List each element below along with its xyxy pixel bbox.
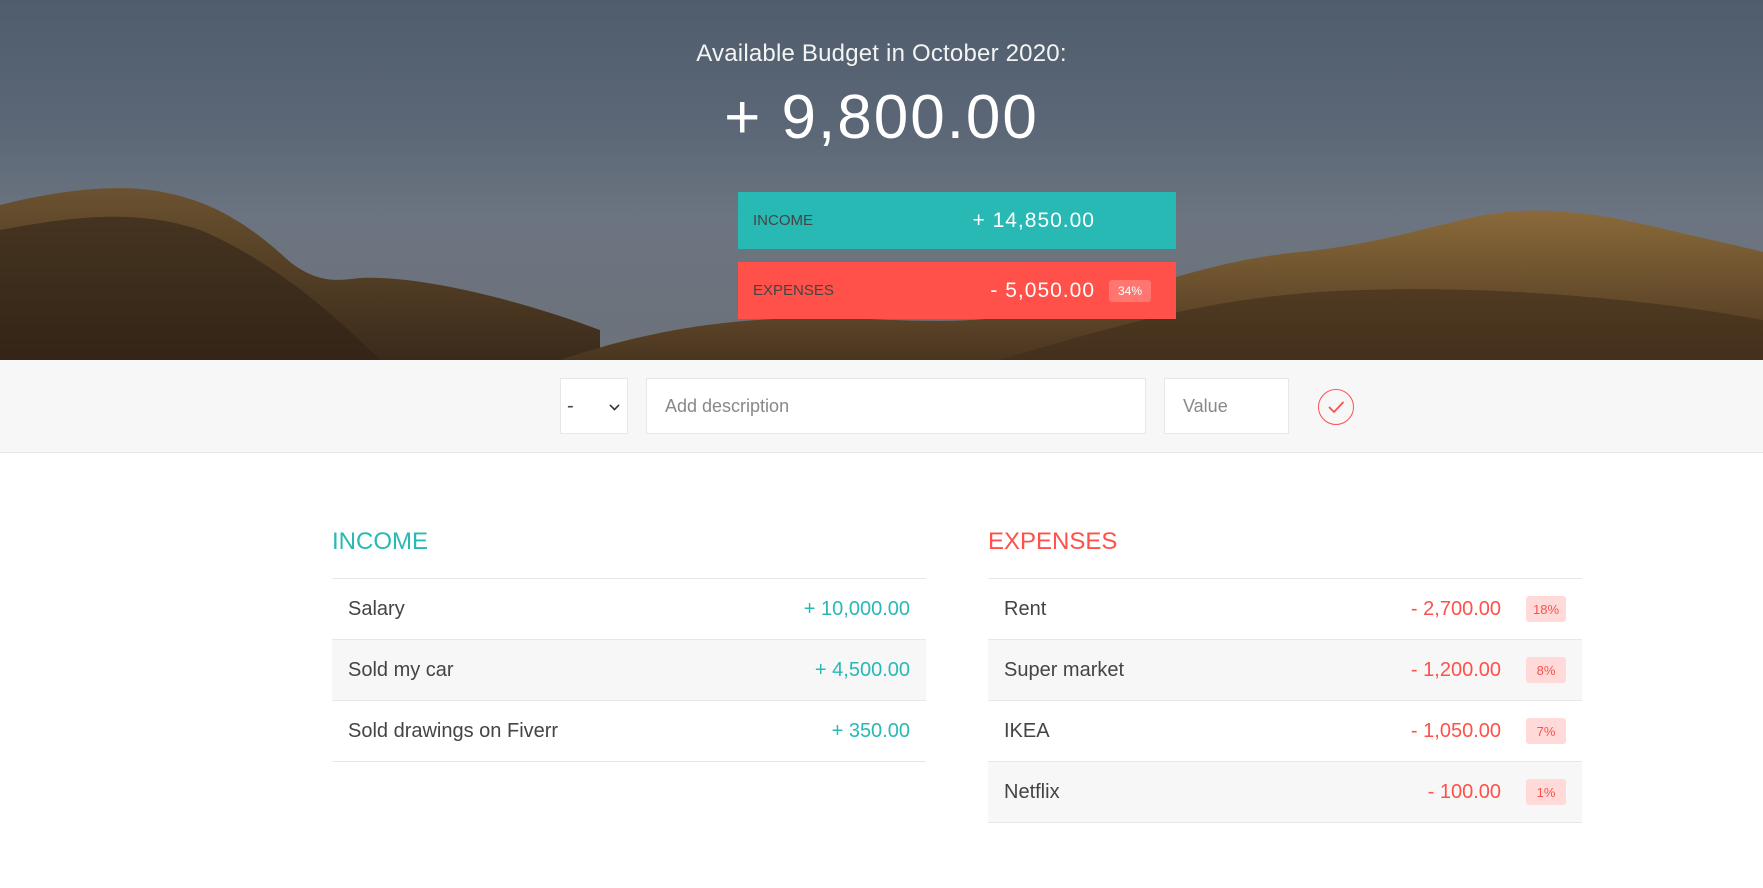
expense-percentage-badge: 1% xyxy=(1526,779,1566,805)
expense-item[interactable]: IKEA - 1,050.00 7% xyxy=(988,701,1582,762)
expense-item[interactable]: Rent - 2,700.00 18% xyxy=(988,579,1582,640)
income-item-description: Sold my car xyxy=(348,658,454,681)
add-entry-bar: - xyxy=(0,360,1763,453)
income-item-description: Sold drawings on Fiverr xyxy=(348,719,559,742)
budget-title: Available Budget in October 2020: xyxy=(696,40,1067,67)
budget-value: + 9,800.00 xyxy=(724,83,1039,152)
expense-item-description: Netflix xyxy=(1004,780,1060,803)
expense-item-description: Rent xyxy=(1004,597,1047,620)
income-item-value: + 4,500.00 xyxy=(814,658,910,681)
income-item-value: + 10,000.00 xyxy=(803,597,910,620)
chevron-down-icon xyxy=(609,400,620,411)
income-summary-label: Income xyxy=(753,212,813,229)
income-summary: Income + 14,850.00 xyxy=(738,192,1176,249)
expenses-summary: Expenses - 5,050.00 34% xyxy=(738,262,1176,319)
checkmark-circle-icon xyxy=(1328,401,1344,413)
expenses-summary-label: Expenses xyxy=(753,282,834,299)
expense-item-value: - 1,050.00 xyxy=(1410,719,1501,742)
add-submit-button[interactable] xyxy=(1318,389,1354,425)
income-item[interactable]: Sold my car + 4,500.00 xyxy=(332,640,926,701)
available-budget: Available Budget in October 2020: + 9,80… xyxy=(0,0,1763,153)
expense-item[interactable]: Netflix - 100.00 1% xyxy=(988,762,1582,823)
expenses-list: Rent - 2,700.00 18% Super market - 1,200… xyxy=(988,578,1582,823)
expenses-list-title: Expenses xyxy=(988,528,1118,555)
budget-header: Available Budget in October 2020: + 9,80… xyxy=(0,0,1763,360)
expense-item[interactable]: Super market - 1,200.00 8% xyxy=(988,640,1582,701)
expense-item-description: Super market xyxy=(1004,658,1125,681)
expense-percentage-badge: 7% xyxy=(1526,718,1566,744)
income-summary-value: + 14,850.00 xyxy=(972,208,1095,232)
type-select[interactable]: - xyxy=(560,378,628,434)
expense-percentage-badge: 18% xyxy=(1526,596,1566,622)
description-input[interactable] xyxy=(646,378,1146,434)
expense-item-value: - 1,200.00 xyxy=(1410,658,1501,681)
income-list-title: Income xyxy=(332,528,428,555)
expense-percentage-badge: 8% xyxy=(1526,657,1566,683)
expense-item-description: IKEA xyxy=(1004,719,1050,742)
income-item-value: + 350.00 xyxy=(831,719,910,742)
expenses-percentage-badge: 34% xyxy=(1109,279,1151,302)
income-item[interactable]: Salary + 10,000.00 xyxy=(332,579,926,640)
type-select-value: - xyxy=(567,394,574,417)
expense-item-value: - 100.00 xyxy=(1427,780,1501,803)
income-item-description: Salary xyxy=(348,597,405,620)
income-list: Salary + 10,000.00 Sold my car + 4,500.0… xyxy=(332,578,926,762)
value-input[interactable] xyxy=(1164,378,1289,434)
expense-item-value: - 2,700.00 xyxy=(1410,597,1501,620)
income-item[interactable]: Sold drawings on Fiverr + 350.00 xyxy=(332,701,926,762)
expenses-summary-value: - 5,050.00 xyxy=(990,278,1095,302)
